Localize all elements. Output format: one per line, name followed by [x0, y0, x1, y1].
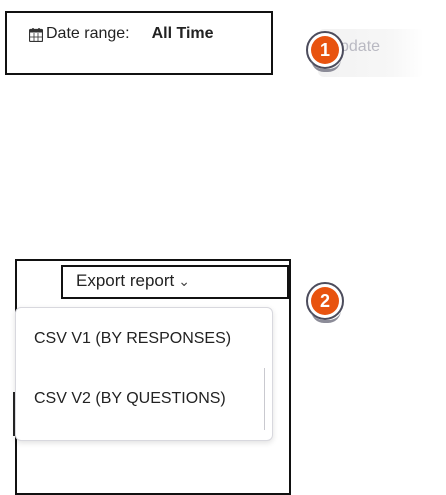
export-report-text: Export report: [76, 271, 175, 290]
menu-left-border: [13, 392, 15, 436]
update-button-label: pdate: [340, 38, 381, 55]
step-badge-2-shadow: [311, 310, 341, 323]
chevron-down-icon: ⌄: [178, 273, 190, 289]
menu-right-border: [264, 368, 265, 430]
export-panel: Export report ⌄ CSV V1 (BY RESPONSES) CSV…: [13, 259, 291, 495]
calendar-icon: [28, 28, 44, 43]
date-range-selector[interactable]: Date range: All Time: [28, 25, 214, 43]
date-range-panel: Date range: All Time: [5, 11, 273, 75]
menu-item-csv-v2[interactable]: CSV V2 (BY QUESTIONS): [34, 390, 226, 408]
date-range-label: Date range:: [46, 25, 130, 42]
export-dropdown-menu: CSV V1 (BY RESPONSES) CSV V2 (BY QUESTIO…: [13, 307, 273, 441]
export-report-label[interactable]: Export report ⌄: [76, 271, 190, 291]
date-range-value[interactable]: All Time: [152, 25, 214, 43]
menu-item-csv-v1[interactable]: CSV V1 (BY RESPONSES): [34, 330, 231, 348]
